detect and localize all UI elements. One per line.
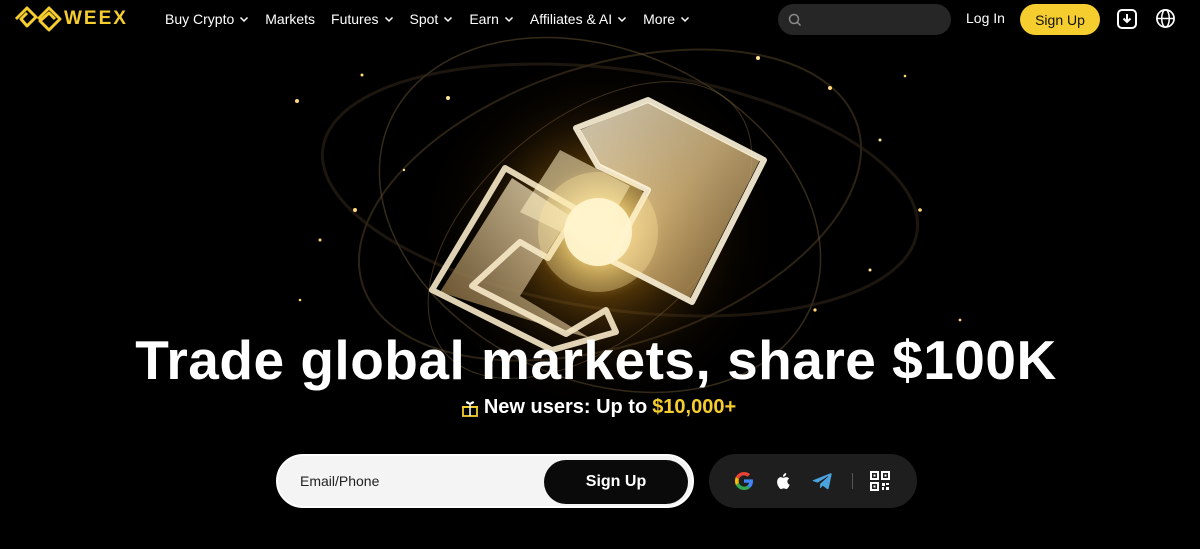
email-phone-input[interactable]: [300, 473, 530, 489]
search-icon: [788, 13, 802, 26]
chevron-down-icon: [239, 14, 249, 24]
chevron-down-icon: [680, 14, 690, 24]
signup-form: Sign Up: [276, 454, 694, 508]
nav-buy-crypto[interactable]: Buy Crypto: [165, 11, 249, 27]
gift-icon: [460, 398, 480, 418]
weex-logo[interactable]: WEEX: [14, 6, 128, 32]
signup-button-header[interactable]: Sign Up: [1020, 4, 1100, 35]
search-input[interactable]: [808, 12, 938, 27]
chevron-down-icon: [617, 14, 627, 24]
telegram-icon[interactable]: [810, 469, 834, 493]
nav-item-label: Markets: [265, 11, 316, 27]
brand-name: WEEX: [64, 8, 128, 29]
nav-affiliates-ai[interactable]: Affiliates & AI: [530, 11, 627, 27]
nav-item-label: Futures: [331, 11, 379, 27]
nav-spot[interactable]: Spot: [410, 11, 454, 27]
subline-amount: $10,000+: [652, 396, 737, 418]
apple-icon[interactable]: [771, 469, 795, 493]
signup-button-hero[interactable]: Sign Up: [544, 460, 688, 504]
chevron-down-icon: [443, 14, 453, 24]
search-box[interactable]: [778, 4, 951, 35]
top-navigation-bar: WEEX Buy Crypto Markets Futures Spot Ear…: [0, 0, 1200, 38]
chevron-down-icon: [504, 14, 514, 24]
nav-item-label: Affiliates & AI: [529, 11, 613, 27]
social-login-group: [709, 454, 917, 508]
weex-logo-mark-icon: [14, 6, 62, 32]
nav-item-label: Buy Crypto: [165, 11, 235, 27]
subline-text: New users: Up to: [483, 396, 648, 418]
login-link[interactable]: Log In: [966, 10, 1005, 26]
nav-item-label: Spot: [409, 11, 439, 27]
qr-code-icon[interactable]: [868, 469, 892, 493]
nav-item-label: Earn: [469, 11, 499, 27]
nav-more[interactable]: More: [643, 11, 690, 27]
hero-subline: New users: Up to $10,000+: [0, 396, 1196, 419]
page: WEEX Buy Crypto Markets Futures Spot Ear…: [0, 0, 1200, 549]
chevron-down-icon: [384, 14, 394, 24]
main-nav: Buy Crypto Markets Futures Spot Earn Aff…: [165, 0, 706, 38]
hero-headline: Trade global markets, share $100K: [135, 329, 1057, 391]
google-icon[interactable]: [732, 469, 756, 493]
nav-markets[interactable]: Markets: [265, 11, 315, 27]
download-icon[interactable]: [1116, 8, 1138, 30]
nav-earn[interactable]: Earn: [469, 11, 514, 27]
globe-icon[interactable]: [1155, 8, 1176, 29]
nav-futures[interactable]: Futures: [331, 11, 393, 27]
social-divider: [852, 473, 853, 489]
nav-item-label: More: [643, 11, 676, 27]
